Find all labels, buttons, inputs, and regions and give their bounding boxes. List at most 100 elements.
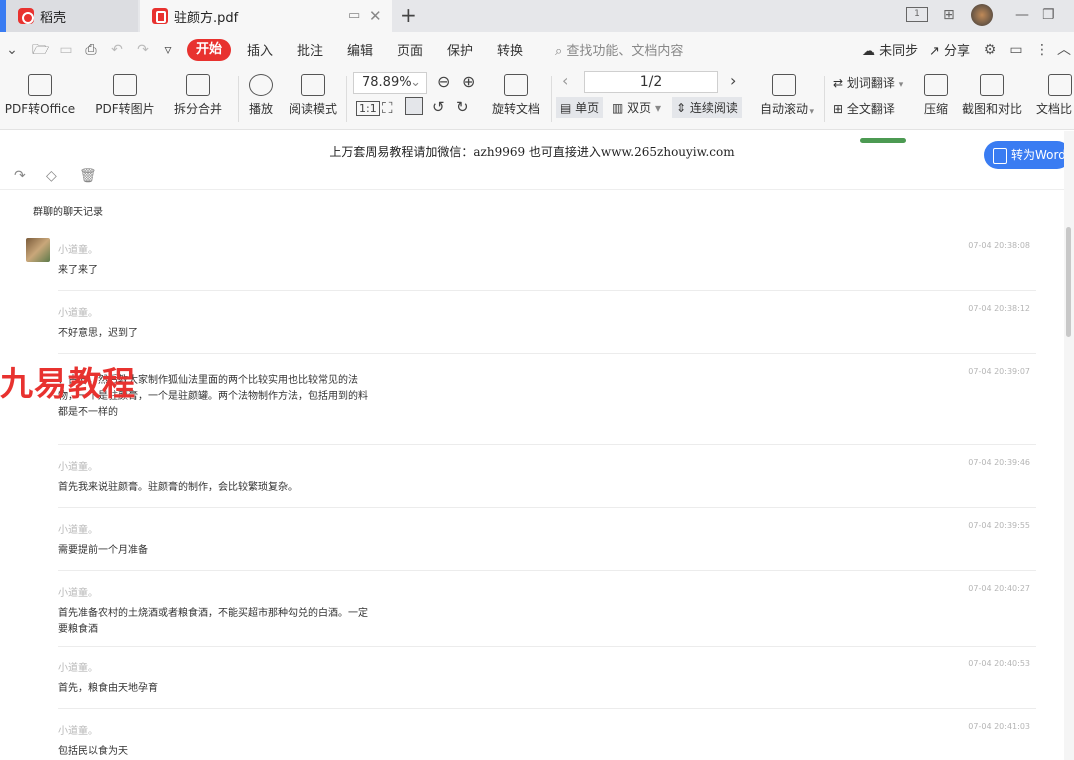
compress-icon <box>924 74 948 96</box>
message-item: 小道童。 07-04 20:38:12 不好意思，迟到了 <box>58 304 1038 354</box>
restore-icon[interactable]: ❐ <box>1042 7 1055 23</box>
tool-label: PDF转图片 <box>95 102 155 116</box>
divider <box>58 290 1036 291</box>
undo-icon[interactable]: ↶ <box>109 42 125 58</box>
pdf-to-image-button[interactable]: PDF转图片 <box>92 74 158 117</box>
doc-compare-button[interactable]: 文档比 <box>1032 74 1074 117</box>
pin-icon[interactable]: ▭ <box>348 8 360 23</box>
scrollbar-thumb[interactable] <box>1066 227 1071 337</box>
full-translate-button[interactable]: ⊞ 全文翻译 <box>833 100 895 117</box>
message-item: 07-04 20:39:07 、古方，然后教大家制作狐仙法里面的两个比较实用也比… <box>58 367 1038 445</box>
tab-pdf[interactable]: 驻颜方.pdf ▭ ✕ <box>140 0 392 32</box>
print-icon[interactable]: ⎙ <box>83 42 99 58</box>
message-text: 首先准备农村的土烧酒或者粮食酒，不能买超市那种勾兑的白酒。一定要粮食酒 <box>58 608 368 635</box>
fit-width-icon[interactable] <box>405 97 423 115</box>
separator <box>346 76 347 122</box>
tool-label: 划词翻译 <box>846 76 895 90</box>
message-item: 小道童。 07-04 20:39:55 需要提前一个月准备 <box>58 521 1038 571</box>
new-tab-icon[interactable]: + <box>400 3 417 27</box>
auto-scroll-button[interactable]: 自动滚动 ▾ <box>754 74 814 117</box>
comment-icon[interactable]: ▭ <box>1008 42 1024 58</box>
message-item: 小道童。 07-04 20:40:53 首先，粮食由天地孕育 <box>58 659 1038 709</box>
menu-annotate[interactable]: 批注 <box>297 40 323 59</box>
single-page-icon: ▤ <box>560 101 572 115</box>
menu-page[interactable]: 页面 <box>397 40 423 59</box>
sender-name: 小道童。 <box>58 462 98 473</box>
page-view-icon[interactable]: 1 <box>906 7 928 22</box>
zoom-in-icon[interactable]: ⊕ <box>462 72 475 91</box>
share-icon[interactable]: ↷ <box>14 168 26 184</box>
settings-icon[interactable]: ⚙ <box>982 42 998 58</box>
divider <box>58 646 1036 647</box>
minimize-icon[interactable]: — <box>1015 7 1029 23</box>
collapse-icon[interactable]: ︿ <box>1056 42 1072 58</box>
next-page-icon[interactable]: › <box>730 71 736 90</box>
menu-row: ⌄ 🗁 ▭ ⎙ ↶ ↷ ▿ 开始 插入 批注 编辑 页面 保护 转换 ⌕ 查找功… <box>0 32 1074 68</box>
close-icon[interactable]: ✕ <box>369 7 382 25</box>
page-input[interactable]: 1/2 <box>584 71 718 93</box>
redo-icon[interactable]: ↷ <box>135 42 151 58</box>
tag-icon[interactable]: ◇ <box>46 168 57 184</box>
search-field[interactable]: ⌕ 查找功能、文档内容 <box>555 40 683 59</box>
chevron-down-icon: ⌄ <box>410 75 421 90</box>
tool-label: 旋转文档 <box>491 102 540 116</box>
fit-page-icon[interactable]: ⛶ <box>382 99 393 117</box>
rotate-doc-button[interactable]: 旋转文档 <box>488 74 544 117</box>
double-page-button[interactable]: ▥ 双页 ▾ <box>612 99 661 116</box>
single-page-button[interactable]: ▤ 单页 <box>556 97 604 118</box>
message-time: 07-04 20:38:12 <box>968 304 1030 313</box>
to-word-button[interactable]: 转为Word <box>984 141 1071 169</box>
cloud-icon: ☁ <box>862 44 875 59</box>
sender-name: 小道童。 <box>58 588 98 599</box>
rotate-right-icon[interactable]: ↻ <box>456 98 469 116</box>
tool-label: 播放 <box>248 102 273 116</box>
read-mode-button[interactable]: 阅读模式 <box>286 74 340 117</box>
dropdown-icon[interactable]: ▿ <box>160 42 176 58</box>
save-icon[interactable]: ▭ <box>58 42 74 58</box>
image-icon <box>113 74 137 96</box>
menu-protect[interactable]: 保护 <box>447 40 473 59</box>
continuous-read-button[interactable]: ⇕ 连续阅读 <box>672 97 742 118</box>
toolbar: PDF转Office PDF转图片 拆分合并 播放 阅读模式 78.89% ⌄ … <box>0 68 1074 130</box>
zoom-select[interactable]: 78.89% ⌄ <box>353 72 427 94</box>
tool-label: 自动滚动 <box>759 102 808 116</box>
tab-start[interactable]: 开始 <box>187 39 231 61</box>
more-icon[interactable]: ⋮ <box>1034 42 1050 58</box>
tab-daoke[interactable]: 稻壳 <box>6 0 138 32</box>
folder-open-icon[interactable]: 🗁 <box>32 42 49 58</box>
grid-icon[interactable]: ⊞ <box>943 7 955 23</box>
sync-button[interactable]: ☁ 未同步 <box>862 40 918 59</box>
message-time: 07-04 20:39:55 <box>968 521 1030 530</box>
vertical-scrollbar[interactable] <box>1064 131 1074 760</box>
avatar[interactable] <box>971 4 993 26</box>
actual-size-icon[interactable]: 1:1 <box>356 101 380 116</box>
tab-label: 驻颜方.pdf <box>174 10 239 26</box>
play-button[interactable]: 播放 <box>244 74 278 117</box>
zoom-out-icon[interactable]: ⊖ <box>437 72 450 91</box>
share-button[interactable]: ↗ 分享 <box>929 40 970 59</box>
message-text: 不好意思，迟到了 <box>58 328 138 339</box>
search-icon: ⌕ <box>555 44 563 59</box>
prev-page-icon[interactable]: ‹ <box>562 71 568 90</box>
menu-edit[interactable]: 编辑 <box>347 40 373 59</box>
translate-icon: ⇄ <box>833 76 844 90</box>
tool-label: 截图和对比 <box>961 102 1022 116</box>
message-text: 包括民以食为天 <box>58 746 128 757</box>
message-time: 07-04 20:41:03 <box>968 722 1030 731</box>
tool-label: 全文翻译 <box>846 102 895 116</box>
pdf-to-office-button[interactable]: PDF转Office <box>0 74 80 117</box>
menu-convert[interactable]: 转换 <box>497 40 523 59</box>
compress-button[interactable]: 压缩 <box>918 74 954 117</box>
message-text: 首先我来说驻颜膏。驻颜膏的制作，会比较繁琐复杂。 <box>58 482 298 493</box>
menu-insert[interactable]: 插入 <box>247 40 273 59</box>
screenshot-compare-button[interactable]: 截图和对比 <box>958 74 1026 117</box>
word-translate-button[interactable]: ⇄ 划词翻译 ▾ <box>833 74 903 91</box>
chevron-down-icon[interactable]: ⌄ <box>4 42 20 58</box>
message-item: 小道童。 07-04 20:38:08 来了来了 <box>58 241 1038 291</box>
trash-icon[interactable]: 🗑 <box>79 168 97 184</box>
split-merge-button[interactable]: 拆分合并 <box>166 74 230 117</box>
message-item: 小道童。 07-04 20:41:03 包括民以食为天 <box>58 722 1038 760</box>
tool-label: 连续阅读 <box>689 101 738 115</box>
document-view[interactable]: 上万套周易教程请加微信：azh9969 也可直接进入www.265zhouyiw… <box>0 131 1071 760</box>
rotate-left-icon[interactable]: ↺ <box>432 98 445 116</box>
